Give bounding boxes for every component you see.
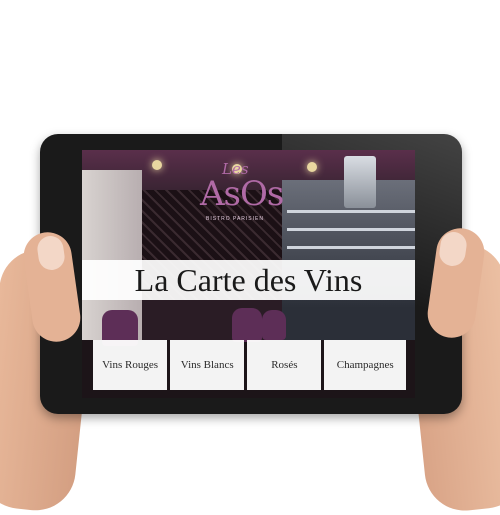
logo-subtitle: BISTRO PARISIEN [206, 216, 264, 222]
page-title: La Carte des Vins [134, 261, 363, 298]
logo-main-text: AsOs [200, 174, 284, 214]
ceiling-lamp [307, 162, 317, 172]
ceiling-lamp [152, 160, 162, 170]
title-band: La Carte des Vins [82, 260, 415, 300]
bar-shelf [287, 228, 415, 231]
menu-item-vins-blancs[interactable]: Vins Blancs [170, 340, 245, 390]
wine-category-menu: Vins Rouges Vins Blancs Rosés Champagnes [93, 340, 406, 390]
menu-item-vins-rouges[interactable]: Vins Rouges [93, 340, 168, 390]
chair-image [262, 310, 286, 340]
bar-shelf [287, 210, 415, 213]
chair-image [232, 308, 262, 342]
tablet-screen: Les AsOs BISTRO PARISIEN La Carte des Vi… [82, 150, 415, 398]
bottle-display [344, 156, 376, 208]
menu-item-champagnes[interactable]: Champagnes [324, 340, 406, 390]
menu-item-roses[interactable]: Rosés [247, 340, 322, 390]
restaurant-logo: Les AsOs BISTRO PARISIEN [200, 160, 290, 226]
bar-shelf [287, 246, 415, 249]
